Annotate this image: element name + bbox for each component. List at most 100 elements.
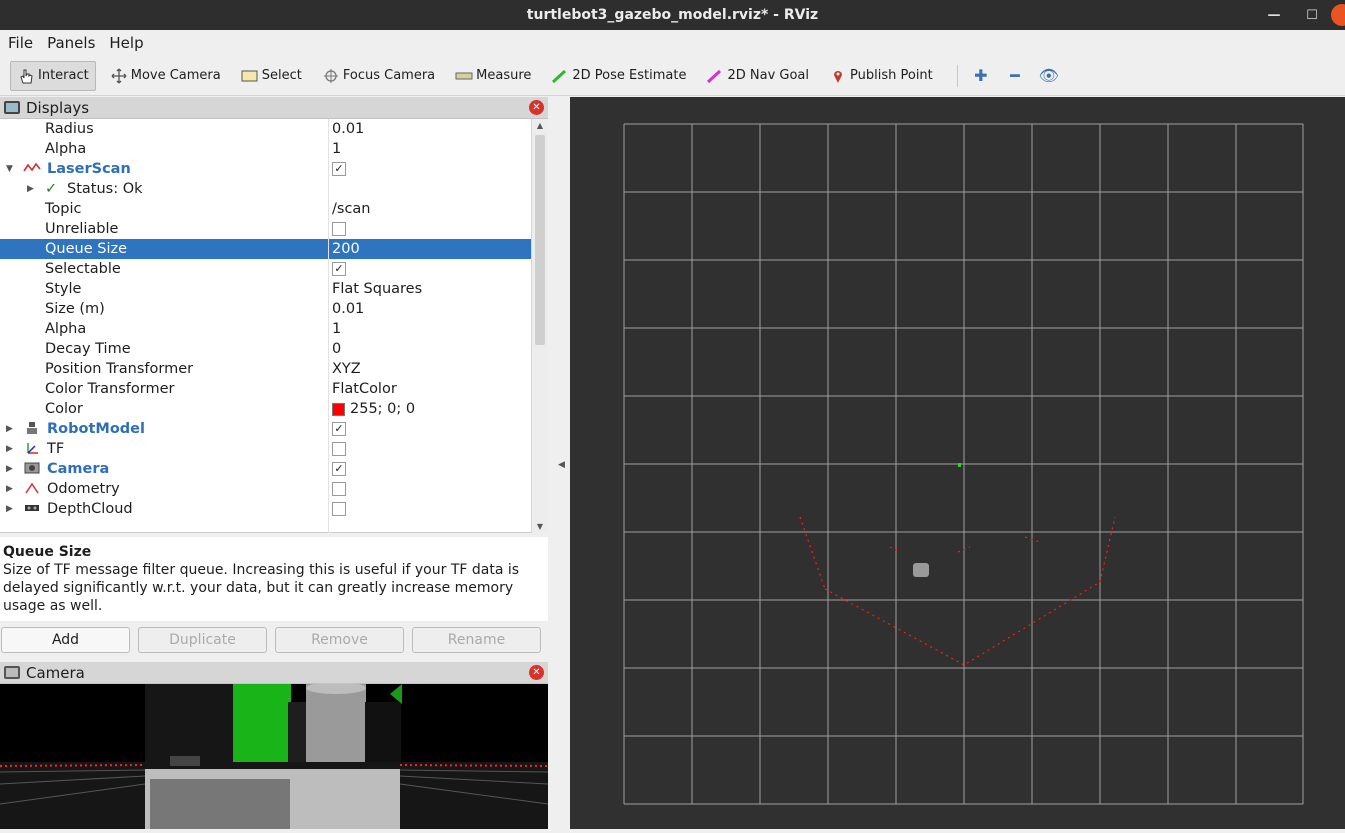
property-row[interactable]: Unreliable <box>0 219 531 239</box>
expand-arrow-icon[interactable]: ▶ <box>6 464 13 474</box>
property-value <box>332 222 346 236</box>
selectable-checkbox[interactable]: ✓ <box>332 262 346 276</box>
property-value[interactable]: /scan <box>332 201 371 217</box>
property-row[interactable]: Radius 0.01 <box>0 119 531 139</box>
tool-select[interactable]: Select <box>235 61 308 91</box>
enable-checkbox[interactable] <box>332 442 346 456</box>
property-value[interactable]: 0.01 <box>332 121 364 137</box>
magenta-arrow-icon <box>706 68 724 84</box>
property-row[interactable]: Color 255; 0; 0 <box>0 399 531 419</box>
camera-panel-header: Camera ✕ <box>0 662 548 684</box>
status-label: Status: Ok <box>67 181 143 197</box>
property-value[interactable]: 1 <box>332 321 341 337</box>
tf-frame-marker <box>958 463 961 467</box>
remove-button[interactable]: Remove <box>275 627 404 653</box>
dock-splitter[interactable]: ◀ <box>548 97 570 829</box>
status-row[interactable]: ▶ ✓ Status: Ok <box>0 179 531 199</box>
display-laserscan[interactable]: ▼ LaserScan ✓ <box>0 159 531 179</box>
enable-checkbox[interactable] <box>332 502 346 516</box>
column-divider <box>328 119 329 533</box>
display-odometry[interactable]: ▶ Odometry <box>0 479 531 499</box>
window-title: turtlebot3_gazebo_model.rviz* - RViz <box>526 7 819 23</box>
display-depthcloud[interactable]: ▶ DepthCloud <box>0 499 531 519</box>
property-row-selected[interactable]: Queue Size 200 <box>0 239 531 259</box>
render-3d-view[interactable] <box>570 97 1345 829</box>
menu-file[interactable]: File <box>8 34 33 52</box>
property-value[interactable]: 0 <box>332 341 341 357</box>
minimize-icon[interactable]: — <box>1255 8 1293 23</box>
enable-checkbox[interactable] <box>332 482 346 496</box>
property-row[interactable]: Color Transformer FlatColor <box>0 379 531 399</box>
tool-publish-point[interactable]: Publish Point <box>823 61 939 91</box>
scroll-down-icon[interactable]: ▼ <box>532 522 548 531</box>
grid-scene <box>623 123 1304 805</box>
tool-2d-nav-goal[interactable]: 2D Nav Goal <box>700 61 815 91</box>
remove-tool-icon[interactable]: ━ <box>1002 66 1028 85</box>
camera-icon <box>4 666 20 679</box>
odometry-icon <box>22 481 42 498</box>
property-row[interactable]: Decay Time 0 <box>0 339 531 359</box>
displays-tree[interactable]: Radius 0.01 Alpha 1 ▼ LaserScan ✓ ▶ ✓ St… <box>0 119 548 533</box>
menu-help[interactable]: Help <box>109 34 143 52</box>
tree-scrollbar[interactable]: ▲ ▼ <box>531 119 548 533</box>
tool-move-camera[interactable]: Move Camera <box>104 61 227 91</box>
close-panel-icon[interactable]: ✕ <box>529 665 544 680</box>
rename-button[interactable]: Rename <box>412 627 541 653</box>
expand-arrow-icon[interactable]: ▶ <box>6 424 13 434</box>
property-value[interactable]: 1 <box>332 141 341 157</box>
maximize-icon[interactable]: ☐ <box>1293 8 1331 23</box>
move-arrows-icon <box>110 68 128 84</box>
display-camera[interactable]: ▶ Camera ✓ <box>0 459 531 479</box>
camera-image-view[interactable] <box>0 684 548 829</box>
close-panel-icon[interactable]: ✕ <box>529 100 544 115</box>
hand-pointer-icon <box>17 68 35 84</box>
property-row[interactable]: Selectable ✓ <box>0 259 531 279</box>
display-name: Odometry <box>47 481 120 497</box>
enable-checkbox[interactable]: ✓ <box>332 422 346 436</box>
scrollbar-thumb[interactable] <box>535 135 545 345</box>
collapse-arrow-icon[interactable]: ▼ <box>6 164 13 174</box>
property-value: ✓ <box>332 262 346 276</box>
tool-2d-pose-estimate[interactable]: 2D Pose Estimate <box>545 61 692 91</box>
close-window-icon[interactable] <box>1331 4 1345 26</box>
eye-icon[interactable]: 👁 <box>1036 66 1062 85</box>
expand-arrow-icon[interactable]: ▶ <box>6 444 13 454</box>
expand-arrow-icon[interactable]: ▶ <box>6 504 13 514</box>
property-value[interactable]: 255; 0; 0 <box>332 401 415 417</box>
add-button[interactable]: Add <box>1 627 130 653</box>
property-value[interactable]: FlatColor <box>332 381 397 397</box>
property-row[interactable]: Topic /scan <box>0 199 531 219</box>
enable-checkbox[interactable]: ✓ <box>332 462 346 476</box>
unreliable-checkbox[interactable] <box>332 222 346 236</box>
property-value[interactable]: 200 <box>332 241 360 257</box>
display-robotmodel[interactable]: ▶ RobotModel ✓ <box>0 419 531 439</box>
tool-label: Measure <box>476 68 532 83</box>
collapse-left-icon[interactable]: ◀ <box>558 460 565 470</box>
monitor-icon <box>4 101 20 114</box>
property-value[interactable]: XYZ <box>332 361 361 377</box>
scroll-up-icon[interactable]: ▲ <box>532 121 548 130</box>
property-row[interactable]: Alpha 1 <box>0 319 531 339</box>
expand-arrow-icon[interactable]: ▶ <box>27 184 34 194</box>
duplicate-button[interactable]: Duplicate <box>138 627 267 653</box>
expand-arrow-icon[interactable]: ▶ <box>6 484 13 494</box>
add-tool-icon[interactable]: ✚ <box>968 66 994 85</box>
tool-measure[interactable]: Measure <box>449 61 537 91</box>
menu-panels[interactable]: Panels <box>47 34 95 52</box>
property-row[interactable]: Position Transformer XYZ <box>0 359 531 379</box>
property-value[interactable]: Flat Squares <box>332 281 422 297</box>
property-row[interactable]: Size (m) 0.01 <box>0 299 531 319</box>
property-value[interactable]: 0.01 <box>332 301 364 317</box>
property-value: ✓ <box>332 462 346 476</box>
property-row[interactable]: Style Flat Squares <box>0 279 531 299</box>
enable-checkbox[interactable]: ✓ <box>332 162 346 176</box>
display-buttons: Add Duplicate Remove Rename <box>0 627 548 657</box>
property-row[interactable]: Alpha 1 <box>0 139 531 159</box>
tool-focus-camera[interactable]: Focus Camera <box>316 61 441 91</box>
property-name: Size (m) <box>45 301 105 317</box>
tool-label: Publish Point <box>850 68 933 83</box>
tool-interact[interactable]: Interact <box>10 60 96 91</box>
display-tf[interactable]: ▶ TF <box>0 439 531 459</box>
green-arrow-icon <box>551 68 569 84</box>
camera-scene <box>0 684 548 829</box>
